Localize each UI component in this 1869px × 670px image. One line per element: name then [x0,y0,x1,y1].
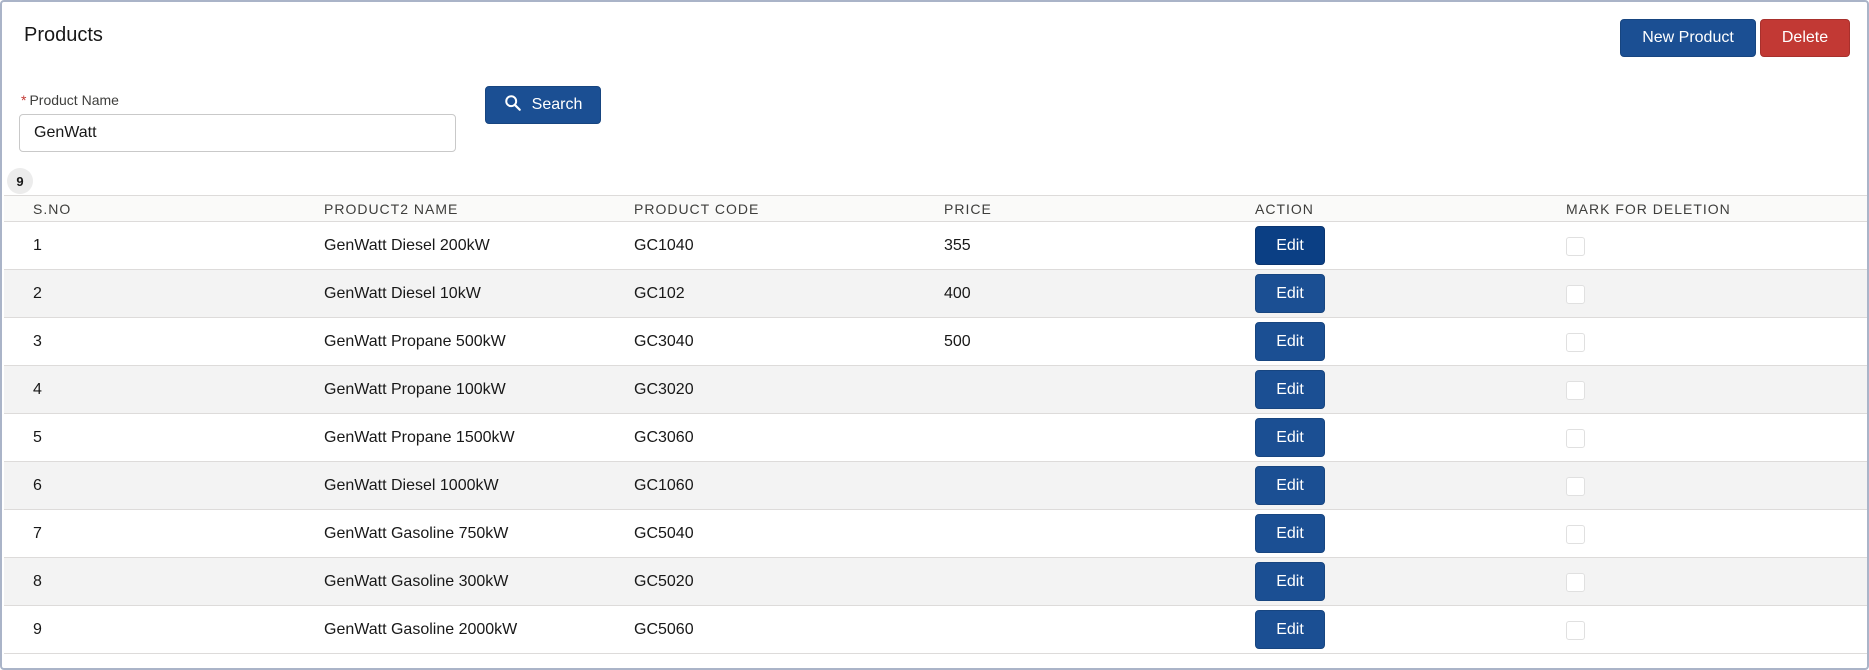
cell-sno: 7 [33,525,42,542]
mark-for-deletion-checkbox[interactable] [1566,381,1585,400]
mark-for-deletion-checkbox[interactable] [1566,525,1585,544]
cell-product-code: GC5020 [634,573,694,590]
cell-product-code: GC102 [634,285,685,302]
product-name-label-text: Product Name [29,92,119,108]
table-row: 2 GenWatt Diesel 10kW GC102 400 Edit [4,270,1867,318]
cell-sno: 6 [33,477,42,494]
page-title: Products [24,24,103,46]
search-button[interactable]: Search [485,86,601,124]
cell-product-name: GenWatt Diesel 200kW [324,237,490,254]
cell-sno: 4 [33,381,42,398]
table-row: 7 GenWatt Gasoline 750kW GC5040 Edit [4,510,1867,558]
cell-product-code: GC1040 [634,237,694,254]
cell-product-code: GC3020 [634,381,694,398]
mark-for-deletion-checkbox[interactable] [1566,477,1585,496]
edit-button[interactable]: Edit [1255,562,1325,601]
mark-for-deletion-checkbox[interactable] [1566,429,1585,448]
cell-price: 355 [944,237,971,254]
mark-for-deletion-checkbox[interactable] [1566,621,1585,640]
product-name-input[interactable] [19,114,456,152]
result-count-badge: 9 [7,168,33,194]
edit-button[interactable]: Edit [1255,610,1325,649]
delete-button[interactable]: Delete [1760,19,1850,57]
required-marker: * [21,92,27,108]
cell-product-name: GenWatt Propane 500kW [324,333,506,350]
cell-product-code: GC5060 [634,621,694,638]
edit-button[interactable]: Edit [1255,418,1325,457]
products-card: Products New Product Delete * Product Nam… [0,0,1869,670]
product-name-label: * Product Name [21,92,119,108]
cell-sno: 8 [33,573,42,590]
table-row: 9 GenWatt Gasoline 2000kW GC5060 Edit [4,606,1867,654]
cell-product-code: GC3060 [634,429,694,446]
search-icon [504,94,522,117]
column-header-code: PRODUCT CODE [634,201,760,217]
mark-for-deletion-checkbox[interactable] [1566,237,1585,256]
edit-button[interactable]: Edit [1255,322,1325,361]
table-row: 8 GenWatt Gasoline 300kW GC5020 Edit [4,558,1867,606]
cell-price: 400 [944,285,971,302]
column-header-action: ACTION [1255,201,1314,217]
column-header-mark-for-deletion: MARK FOR DELETION [1566,201,1731,217]
cell-sno: 3 [33,333,42,350]
cell-product-name: GenWatt Diesel 1000kW [324,477,499,494]
cell-sno: 5 [33,429,42,446]
cell-product-name: GenWatt Gasoline 750kW [324,525,509,542]
cell-sno: 1 [33,237,42,254]
mark-for-deletion-checkbox[interactable] [1566,573,1585,592]
table-row: 5 GenWatt Propane 1500kW GC3060 Edit [4,414,1867,462]
column-header-name: PRODUCT2 NAME [324,201,459,217]
edit-button[interactable]: Edit [1255,274,1325,313]
products-table: S.NO PRODUCT2 NAME PRODUCT CODE PRICE AC… [4,195,1867,654]
edit-button[interactable]: Edit [1255,514,1325,553]
cell-price: 500 [944,333,971,350]
mark-for-deletion-checkbox[interactable] [1566,285,1585,304]
edit-button[interactable]: Edit [1255,226,1325,265]
column-header-price: PRICE [944,201,992,217]
cell-product-code: GC3040 [634,333,694,350]
search-button-label: Search [531,96,583,113]
cell-product-name: GenWatt Gasoline 2000kW [324,621,518,638]
edit-button[interactable]: Edit [1255,466,1325,505]
cell-product-name: GenWatt Propane 100kW [324,381,506,398]
column-header-sno: S.NO [33,201,72,217]
edit-button[interactable]: Edit [1255,370,1325,409]
cell-product-code: GC1060 [634,477,694,494]
cell-product-code: GC5040 [634,525,694,542]
table-row: 3 GenWatt Propane 500kW GC3040 500 Edit [4,318,1867,366]
mark-for-deletion-checkbox[interactable] [1566,333,1585,352]
table-row: 6 GenWatt Diesel 1000kW GC1060 Edit [4,462,1867,510]
cell-product-name: GenWatt Gasoline 300kW [324,573,509,590]
cell-sno: 2 [33,285,42,302]
cell-sno: 9 [33,621,42,638]
table-row: 4 GenWatt Propane 100kW GC3020 Edit [4,366,1867,414]
cell-product-name: GenWatt Diesel 10kW [324,285,481,302]
cell-product-name: GenWatt Propane 1500kW [324,429,515,446]
table-row: 1 GenWatt Diesel 200kW GC1040 355 Edit [4,222,1867,270]
table-header: S.NO PRODUCT2 NAME PRODUCT CODE PRICE AC… [4,195,1867,222]
new-product-button[interactable]: New Product [1620,19,1756,57]
